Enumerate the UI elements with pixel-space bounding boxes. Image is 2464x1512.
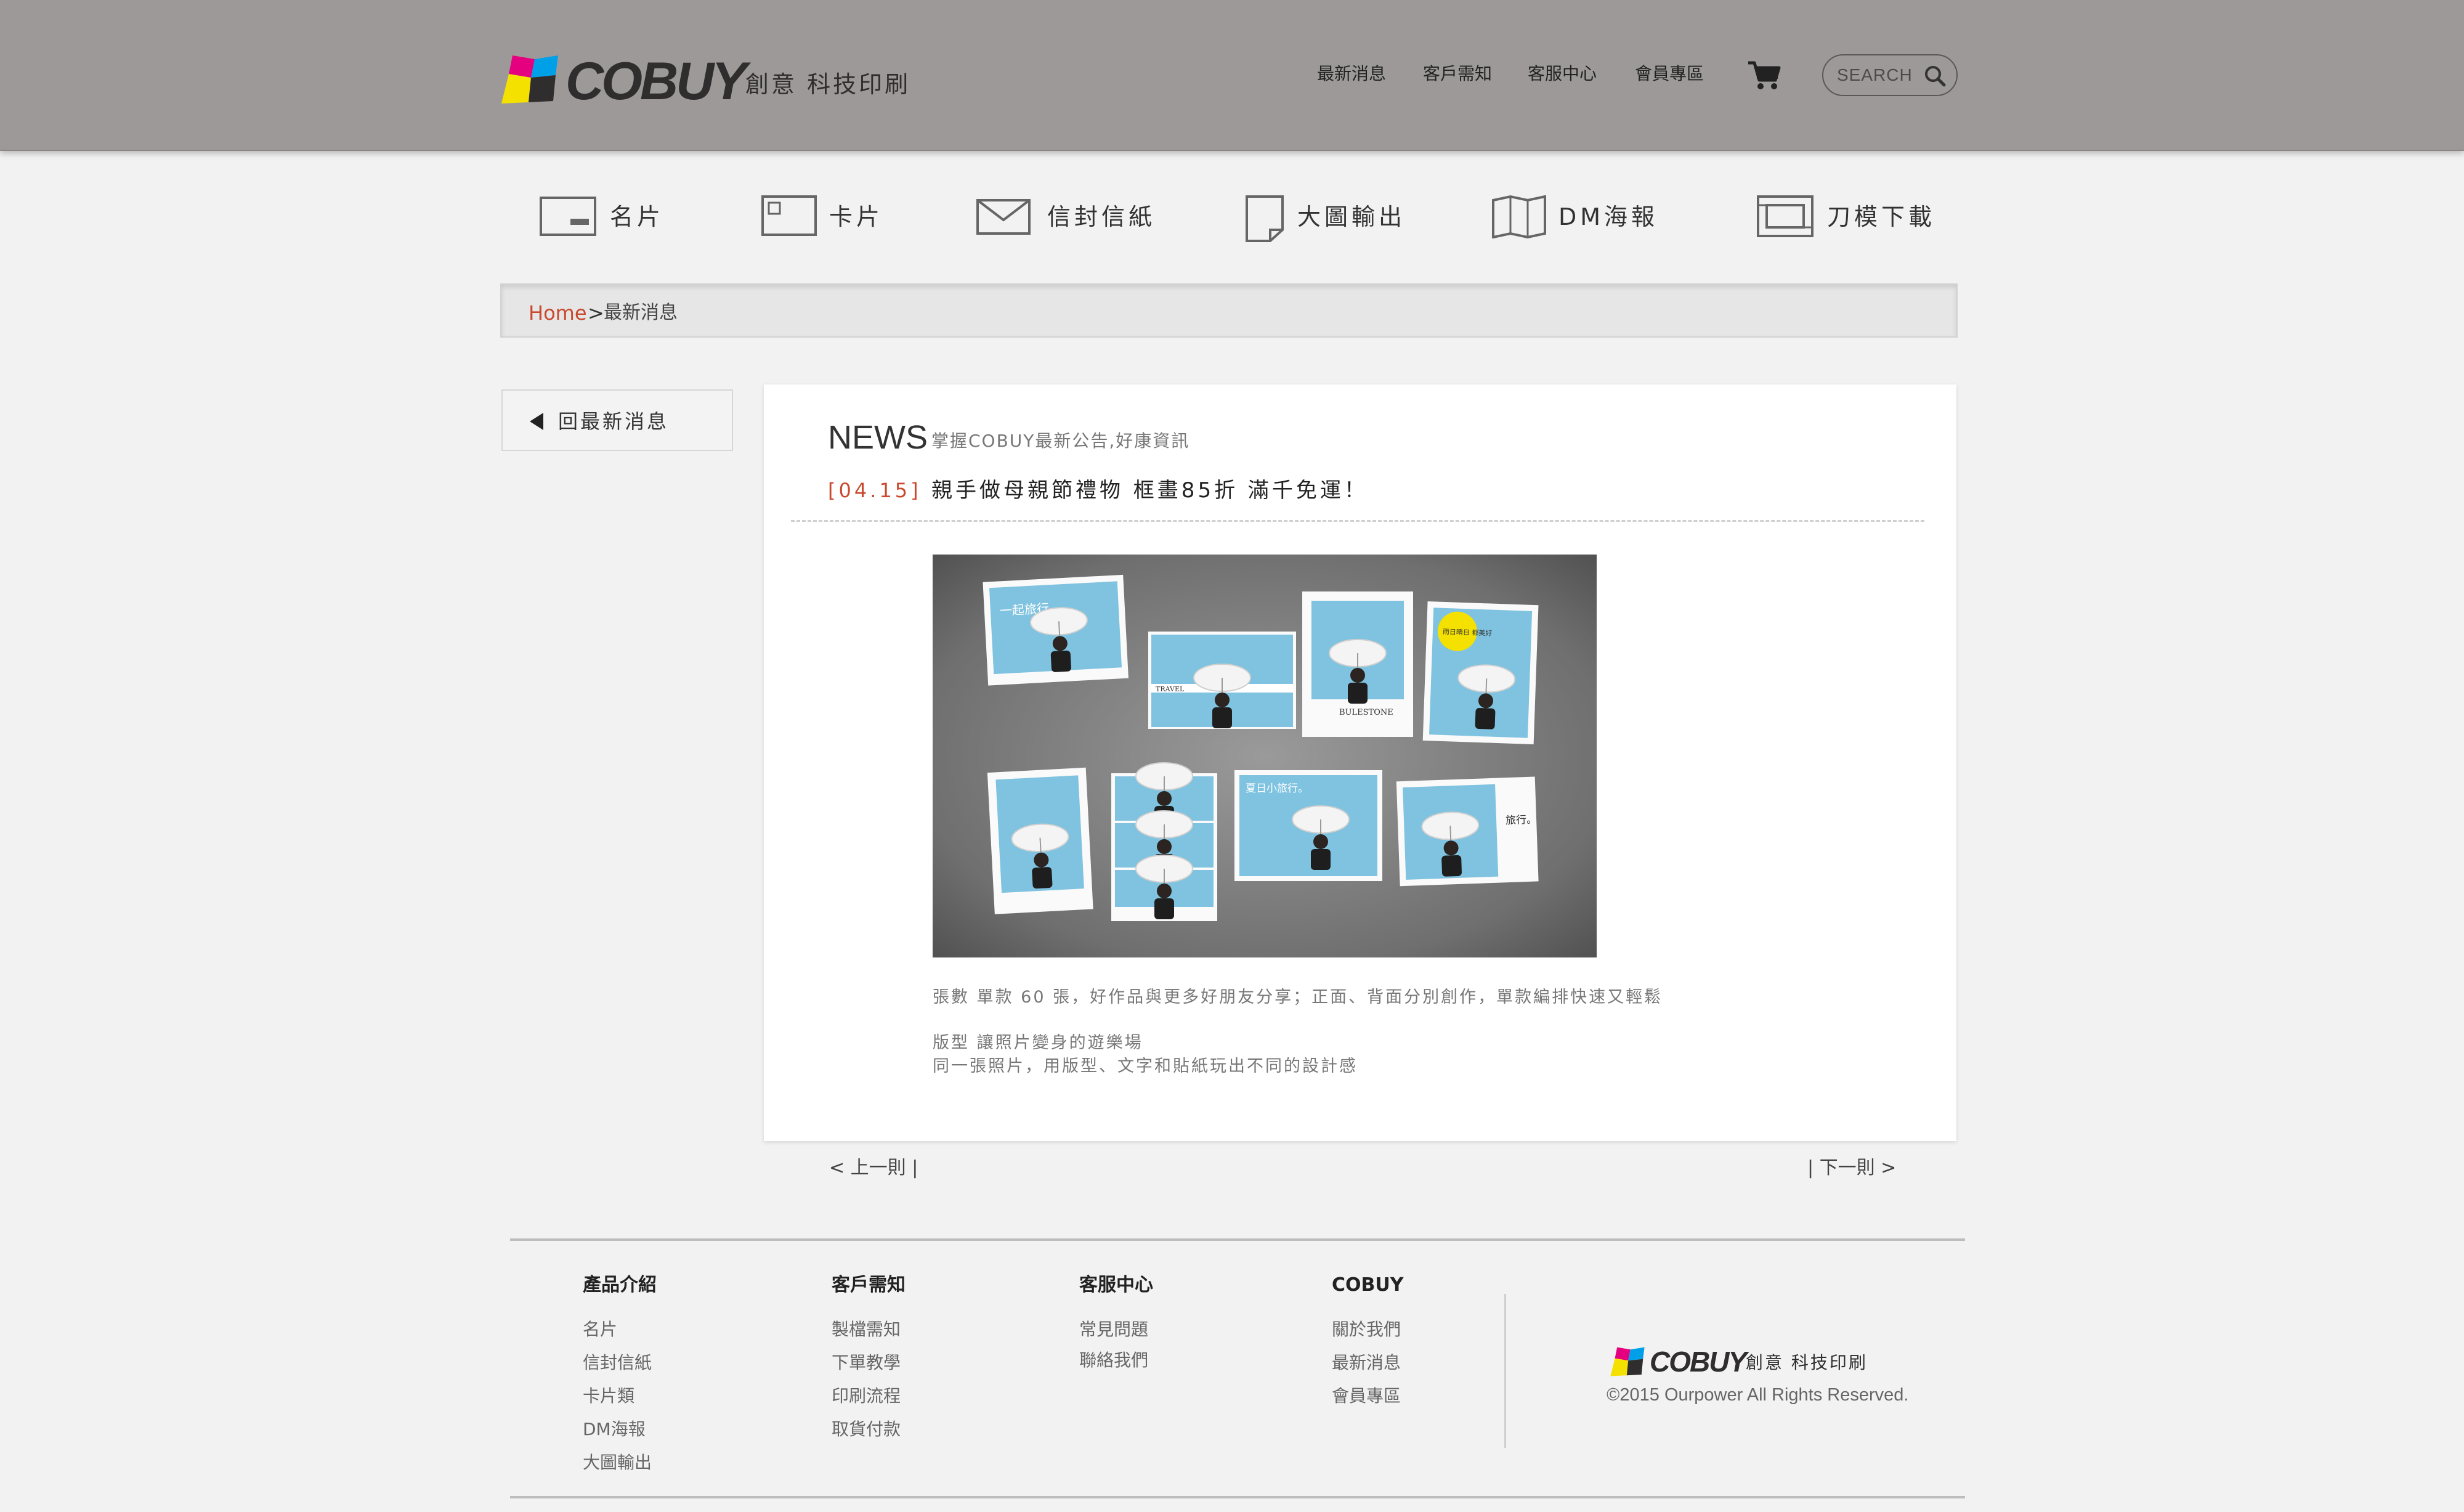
category-label: 刀模下載 bbox=[1827, 203, 1936, 230]
photo-card-text: 夏日小旅行。 bbox=[1246, 782, 1308, 795]
news-description-line: 同一張照片，用版型、文字和貼紙玩出不同的設計感 bbox=[933, 1057, 1358, 1076]
site-logo[interactable]: COBUY 創意 科技印刷 bbox=[499, 51, 908, 112]
category-business-card[interactable]: 名片 bbox=[538, 194, 674, 243]
search-input[interactable] bbox=[1837, 63, 1923, 87]
footer-link[interactable]: 製檔需知 bbox=[832, 1319, 901, 1341]
nav-customer-notice[interactable]: 客戶需知 bbox=[1423, 62, 1492, 86]
footer-link[interactable]: 聯絡我們 bbox=[1079, 1349, 1148, 1372]
shopping-cart-icon[interactable] bbox=[1747, 59, 1781, 91]
category-die-cut-download[interactable]: 刀模下載 bbox=[1756, 194, 1953, 243]
cobuy-logo-mark-icon bbox=[1610, 1347, 1645, 1376]
footer-column-title: 客戶需知 bbox=[832, 1274, 906, 1296]
business-card-icon bbox=[540, 197, 596, 236]
nav-member-area[interactable]: 會員專區 bbox=[1635, 62, 1704, 86]
category-label: 卡片 bbox=[829, 203, 884, 230]
footer-link[interactable]: 名片 bbox=[583, 1319, 617, 1341]
copyright-text: ©2015 Ourpower All Rights Reserved. bbox=[1607, 1385, 1909, 1405]
news-description-line: 版型 讓照片變身的遊樂場 bbox=[933, 1033, 1143, 1052]
footer-column-title: 客服中心 bbox=[1079, 1274, 1153, 1296]
site-header: COBUY 創意 科技印刷 最新消息 客戶需知 客服中心 會員專區 bbox=[0, 0, 2464, 151]
footer-logo: COBUY 創意 科技印刷 bbox=[1609, 1344, 1868, 1381]
footer-logo-tagline: 創意 科技印刷 bbox=[1746, 1352, 1868, 1373]
logo-wordmark: COBUY bbox=[565, 52, 747, 111]
back-to-news-button[interactable]: 回最新消息 bbox=[501, 389, 733, 451]
footer-link[interactable]: 關於我們 bbox=[1332, 1319, 1401, 1341]
breadcrumb: Home > 最新消息 bbox=[500, 283, 1958, 338]
document-page-icon bbox=[1246, 195, 1284, 242]
footer-divider-bottom bbox=[510, 1496, 1965, 1498]
footer-link[interactable]: 常見問題 bbox=[1079, 1319, 1148, 1341]
triangle-left-icon bbox=[530, 413, 543, 430]
category-label: 信封信紙 bbox=[1047, 203, 1156, 230]
photo-card-text: TRAVEL bbox=[1156, 685, 1185, 693]
category-label: 大圖輸出 bbox=[1297, 203, 1406, 230]
footer-column-title: 產品介紹 bbox=[583, 1274, 657, 1296]
news-headline: 親手做母親節禮物 框畫85折 滿千免運！ bbox=[931, 478, 1368, 503]
nav-latest-news[interactable]: 最新消息 bbox=[1317, 62, 1386, 86]
category-dm-poster[interactable]: DM海報 bbox=[1491, 194, 1676, 243]
breadcrumb-current: 最新消息 bbox=[604, 302, 678, 323]
card-icon bbox=[761, 195, 817, 236]
category-large-print[interactable]: 大圖輸出 bbox=[1244, 194, 1429, 243]
footer-link[interactable]: 印刷流程 bbox=[832, 1385, 901, 1407]
footer-link[interactable]: DM海報 bbox=[583, 1418, 646, 1441]
folded-brochure-icon bbox=[1492, 195, 1546, 238]
footer-divider-top bbox=[510, 1238, 1965, 1241]
photo-card-text: 雨日晴日 都美好 bbox=[1443, 627, 1493, 638]
photo-card-text: BULESTONE bbox=[1339, 708, 1393, 717]
category-label: DM海報 bbox=[1558, 203, 1659, 230]
footer-column-title: COBUY bbox=[1332, 1274, 1404, 1296]
news-article-panel: NEWS 掌握COBUY最新公告,好康資訊 [04.15] 親手做母親節禮物 框… bbox=[764, 384, 1956, 1141]
footer-link[interactable]: 信封信紙 bbox=[583, 1352, 652, 1374]
news-section-title: NEWS bbox=[828, 419, 928, 456]
news-date: [04.15] bbox=[828, 479, 922, 502]
search-box bbox=[1822, 54, 1958, 96]
category-card[interactable]: 卡片 bbox=[760, 194, 883, 243]
photo-card-text: 旅行。 bbox=[1506, 813, 1538, 827]
category-envelope[interactable]: 信封信紙 bbox=[976, 194, 1161, 243]
news-description-line: 張數 單款 60 張，好作品與更多好朋友分享；正面、背面分別創作，單款編排快速又… bbox=[933, 988, 1663, 1007]
search-icon[interactable] bbox=[1923, 64, 1947, 87]
cobuy-logo-mark-icon bbox=[501, 55, 558, 104]
dashed-divider bbox=[791, 520, 1924, 522]
footer-link[interactable]: 卡片類 bbox=[583, 1385, 634, 1407]
footer-vertical-divider bbox=[1504, 1294, 1506, 1448]
back-to-news-label: 回最新消息 bbox=[558, 410, 670, 433]
footer-link[interactable]: 最新消息 bbox=[1332, 1352, 1401, 1374]
nav-customer-service[interactable]: 客服中心 bbox=[1528, 62, 1597, 86]
footer-link[interactable]: 下單教學 bbox=[832, 1352, 901, 1374]
next-article-link[interactable]: | 下一則 > bbox=[1807, 1156, 1896, 1181]
logo-tagline: 創意 科技印刷 bbox=[745, 71, 911, 98]
footer-link[interactable]: 大圖輸出 bbox=[583, 1452, 652, 1474]
news-photo: 一起旅行。 TRAVEL BULESTONE 雨日晴日 都美好 夏日小旅行。 旅… bbox=[933, 555, 1597, 957]
category-label: 名片 bbox=[610, 203, 665, 230]
news-section-subtitle: 掌握COBUY最新公告,好康資訊 bbox=[931, 431, 1190, 451]
die-cut-template-icon bbox=[1757, 195, 1814, 237]
envelope-icon bbox=[976, 199, 1031, 235]
breadcrumb-separator: > bbox=[588, 301, 604, 325]
footer-logo-wordmark: COBUY bbox=[1650, 1346, 1747, 1378]
footer-link[interactable]: 取貨付款 bbox=[832, 1418, 901, 1441]
footer-link[interactable]: 會員專區 bbox=[1332, 1385, 1401, 1407]
previous-article-link[interactable]: < 上一則 | bbox=[829, 1156, 918, 1181]
breadcrumb-home-link[interactable]: Home bbox=[529, 301, 587, 325]
